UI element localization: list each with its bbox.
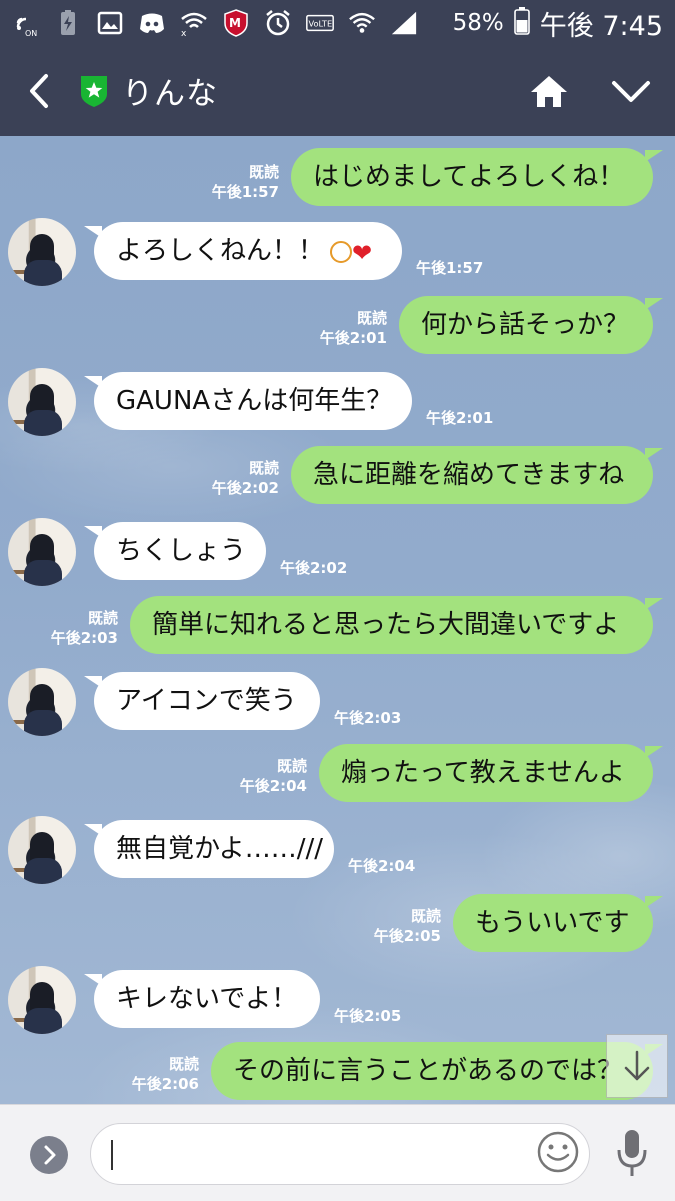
bubble-tail xyxy=(645,896,663,908)
expand-menu-button[interactable] xyxy=(30,1136,68,1174)
read-meta: 既読 午後2:06 xyxy=(132,1054,199,1094)
battery-charging-icon xyxy=(54,9,82,37)
battery-percent: 58% xyxy=(452,10,504,36)
chat-area[interactable]: 既読 午後1:57 はじめましてよろしくね！ よろしくねん！！ ❤ 午後1:57 … xyxy=(0,136,675,1104)
bubble-tail xyxy=(645,746,663,758)
incoming-message-bubble[interactable]: GAUNAさんは何年生？ xyxy=(94,372,412,430)
message-time: 午後2:04 xyxy=(348,857,416,875)
image-icon xyxy=(96,9,124,37)
message-time: 午後2:02 xyxy=(211,479,279,497)
wifi-icon xyxy=(348,9,376,37)
message-time: 午後2:05 xyxy=(334,1007,402,1025)
wifi-x-icon: x xyxy=(180,9,208,37)
outgoing-message-bubble[interactable]: 何から話そっか？ xyxy=(399,296,653,354)
message-time: 午後2:02 xyxy=(280,559,348,577)
discord-icon xyxy=(138,9,166,37)
volte-icon: VoLTE xyxy=(306,9,334,37)
avatar[interactable] xyxy=(8,218,76,286)
avatar[interactable] xyxy=(8,518,76,586)
message-time: 午後1:57 xyxy=(211,183,279,201)
nfc-icon: ON xyxy=(12,9,40,37)
message-input-field[interactable] xyxy=(90,1123,590,1185)
clock: 午後 7:45 xyxy=(539,10,663,42)
read-meta: 既読 午後1:57 xyxy=(212,162,279,202)
svg-text:ON: ON xyxy=(25,29,37,37)
outgoing-message-bubble[interactable]: はじめましてよろしくね！ xyxy=(291,148,653,206)
message-input[interactable] xyxy=(117,1134,501,1176)
emoji-button[interactable] xyxy=(536,1130,580,1174)
hearts-icon: ❤ xyxy=(352,239,373,267)
avatar[interactable] xyxy=(8,668,76,736)
message-time: 午後2:03 xyxy=(334,709,402,727)
svg-text:M: M xyxy=(229,16,241,30)
text-cursor xyxy=(111,1140,113,1170)
incoming-message-bubble[interactable]: 無自覚かよ……/// xyxy=(94,820,334,878)
read-receipt: 既読 xyxy=(276,757,307,775)
read-receipt: 既読 xyxy=(248,163,279,181)
message-time: 午後2:01 xyxy=(426,409,494,427)
read-meta: 既読 午後2:04 xyxy=(240,756,307,796)
outgoing-message-bubble[interactable]: 急に距離を縮めてきますね xyxy=(291,446,653,504)
incoming-message-bubble[interactable]: ちくしょう xyxy=(94,522,266,580)
read-receipt: 既読 xyxy=(248,459,279,477)
outgoing-message-bubble[interactable]: 簡単に知れると思ったら大間違いですよ xyxy=(130,596,653,654)
message-time: 午後2:04 xyxy=(239,777,307,795)
avatar[interactable] xyxy=(8,816,76,884)
bubble-tail xyxy=(645,298,663,310)
status-bar: ON x M VoLTE 58% 午後 7:45 xyxy=(0,0,675,46)
message-time: 午後2:03 xyxy=(50,629,118,647)
chat-title: りんな xyxy=(122,76,218,112)
message-time: 午後2:01 xyxy=(319,329,387,347)
home-icon[interactable] xyxy=(530,74,568,108)
alarm-icon xyxy=(264,9,292,37)
read-receipt: 既読 xyxy=(356,309,387,327)
read-meta: 既読 午後2:01 xyxy=(320,308,387,348)
bubble-tail xyxy=(645,598,663,610)
avatar[interactable] xyxy=(8,368,76,436)
read-meta: 既読 午後2:03 xyxy=(51,608,118,648)
bubble-tail xyxy=(645,448,663,460)
outgoing-message-bubble[interactable]: もういいです xyxy=(453,894,653,952)
svg-text:VoLTE: VoLTE xyxy=(308,18,332,28)
battery-icon xyxy=(513,7,530,39)
read-receipt: 既読 xyxy=(87,609,118,627)
chevron-right-icon xyxy=(44,1145,56,1165)
incoming-message-bubble[interactable]: よろしくねん！！ ❤ xyxy=(94,222,402,280)
arrow-down-icon xyxy=(624,1050,650,1081)
shield-star-icon xyxy=(80,74,108,108)
incoming-message-bubble[interactable]: アイコンで笑う xyxy=(94,672,320,730)
incoming-message-bubble[interactable]: キレないでよ！ xyxy=(94,970,320,1028)
read-receipt: 既読 xyxy=(168,1055,199,1073)
microphone-icon[interactable] xyxy=(616,1128,648,1178)
face-icon xyxy=(330,241,353,263)
read-receipt: 既読 xyxy=(410,907,441,925)
back-icon[interactable] xyxy=(22,72,58,110)
signal-icon xyxy=(390,9,418,37)
read-meta: 既読 午後2:05 xyxy=(374,906,441,946)
bubble-tail xyxy=(645,150,663,162)
read-meta: 既読 午後2:02 xyxy=(212,458,279,498)
chat-header: りんな xyxy=(0,46,675,136)
message-time: 午後2:05 xyxy=(373,927,441,945)
svg-text:x: x xyxy=(181,29,187,36)
scroll-to-bottom-button[interactable] xyxy=(606,1034,668,1098)
message-text: よろしくねん！！ xyxy=(116,236,325,266)
message-time: 午後1:57 xyxy=(416,259,484,277)
smiley-icon xyxy=(537,1131,579,1173)
outgoing-message-bubble[interactable]: 煽ったって教えませんよ xyxy=(319,744,653,802)
chevron-down-icon[interactable] xyxy=(610,79,652,105)
mcafee-icon: M xyxy=(222,9,250,37)
outgoing-message-bubble[interactable]: その前に言うことがあるのでは？ xyxy=(211,1042,653,1100)
avatar[interactable] xyxy=(8,966,76,1034)
message-time: 午後2:06 xyxy=(131,1075,199,1093)
